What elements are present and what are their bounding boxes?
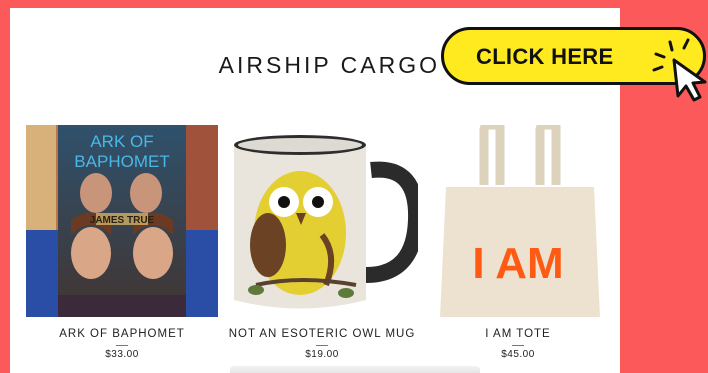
- product-image-mug[interactable]: [226, 125, 418, 317]
- scroll-shadow: [230, 366, 480, 373]
- divider: [316, 345, 328, 346]
- product-card-book[interactable]: ARK OF BAPHOMET JAMES TRUE ARK OF BAPHOM…: [26, 125, 218, 360]
- tote-print-text: I AM: [472, 239, 563, 288]
- store-title: AIRSHIP CARGO: [218, 52, 440, 78]
- product-name-tote[interactable]: I AM TOTE: [422, 327, 614, 341]
- book-cover-title-line1: ARK OF: [90, 132, 153, 151]
- click-here-label: CLICK HERE: [476, 44, 614, 69]
- product-image-book[interactable]: ARK OF BAPHOMET JAMES TRUE: [26, 125, 218, 317]
- product-image-tote[interactable]: I AM: [422, 125, 614, 317]
- divider: [116, 345, 128, 346]
- product-card-tote[interactable]: I AM I AM TOTE $45.00: [422, 125, 614, 360]
- divider: [512, 345, 524, 346]
- book-cover-title-line2: BAPHOMET: [74, 152, 169, 171]
- product-name-mug[interactable]: NOT AN ESOTERIC OWL MUG: [226, 327, 418, 341]
- product-name-book[interactable]: ARK OF BAPHOMET: [26, 327, 218, 341]
- product-card-mug[interactable]: NOT AN ESOTERIC OWL MUG $19.00: [226, 125, 418, 360]
- cursor-icon: [652, 38, 707, 102]
- product-price-book: $33.00: [105, 349, 139, 360]
- book-cover-author: JAMES TRUE: [90, 215, 155, 226]
- product-price-mug: $19.00: [305, 349, 339, 360]
- product-price-tote: $45.00: [501, 349, 535, 360]
